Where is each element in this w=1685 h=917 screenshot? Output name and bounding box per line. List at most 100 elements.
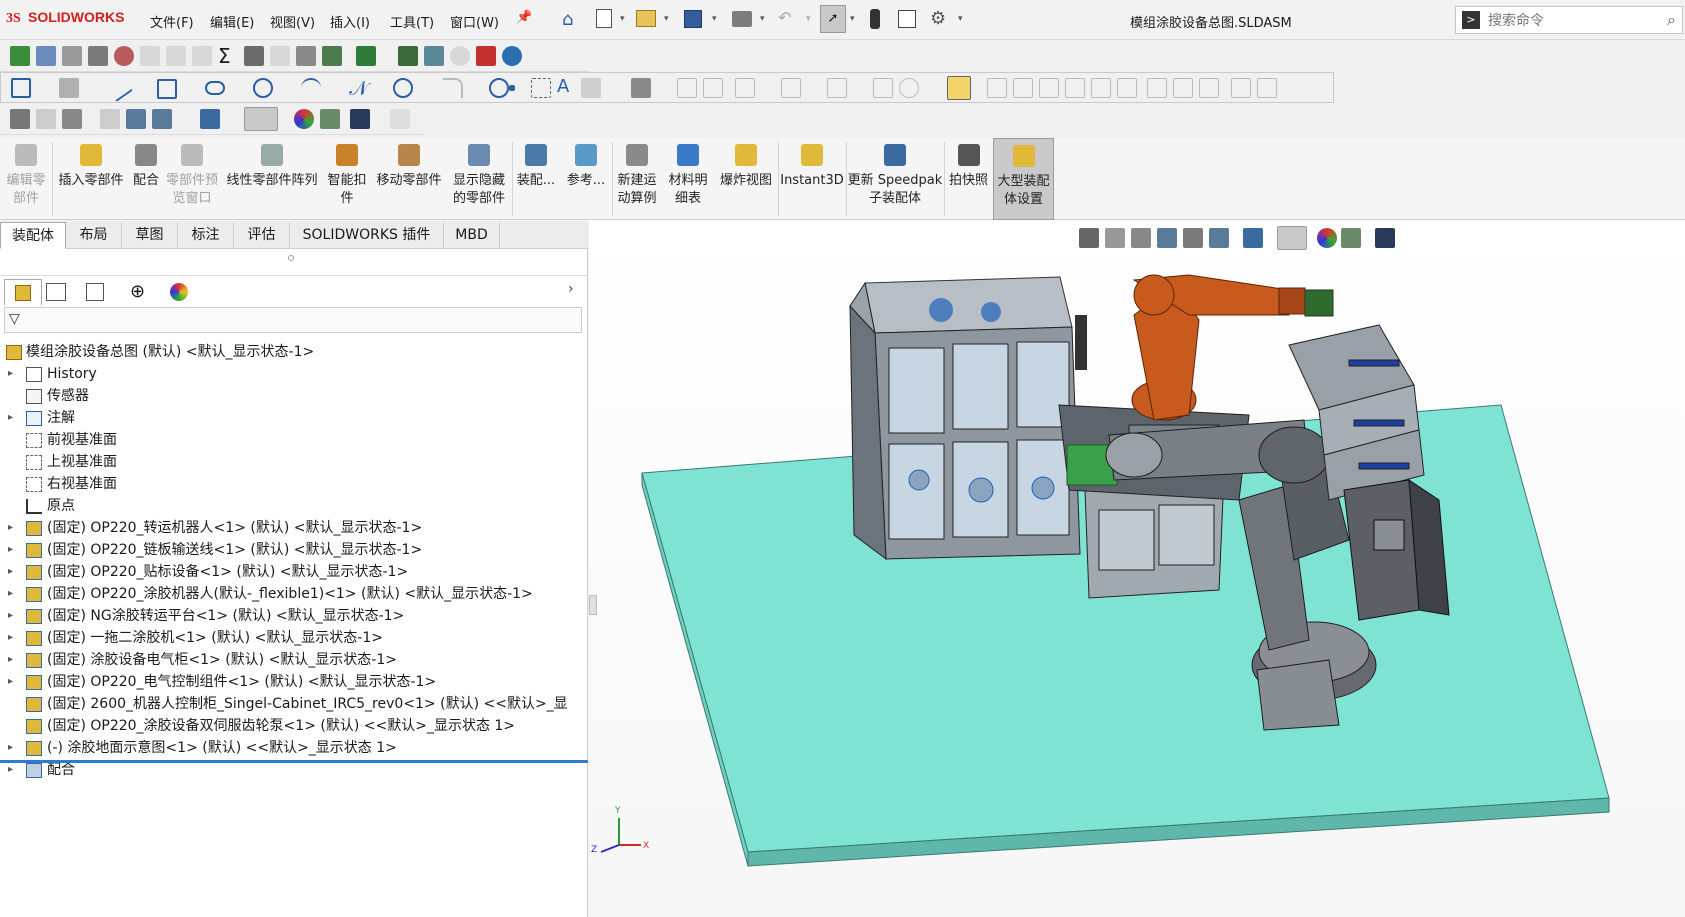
hide-show-items-icon[interactable] [244, 107, 278, 131]
configuration-manager-icon[interactable] [86, 283, 104, 301]
clearance-icon[interactable] [140, 46, 160, 66]
print-icon[interactable] [732, 11, 752, 27]
tree-item[interactable]: 上视基准面 [0, 451, 588, 473]
tree-item[interactable]: ▸ (固定) OP220_贴标设备<1> (默认) <默认_显示状态-1> [0, 561, 588, 583]
dimxpert-icon[interactable]: ⊕ [130, 281, 145, 302]
tree-item[interactable]: ▸ (固定) NG涂胶转运平台<1> (默认) <默认_显示状态-1> [0, 605, 588, 627]
realview-icon[interactable] [390, 109, 410, 129]
ribbon-button-9[interactable]: 参考... [560, 138, 612, 220]
expand-arrow-icon[interactable]: ▸ [8, 605, 13, 627]
tolerance-icon[interactable] [398, 46, 418, 66]
tree-item[interactable]: (固定) 2600_机器人控制柜_Singel-Cabinet_IRC5_rev… [0, 693, 588, 715]
ribbon-button-3[interactable]: 零部件预 览窗口 [162, 138, 222, 220]
slot-icon[interactable] [205, 81, 225, 95]
spell-check-icon[interactable] [10, 46, 30, 66]
curve-through-points-icon[interactable] [1173, 78, 1193, 98]
ribbon-button-16[interactable]: 大型装配 体设置 [993, 138, 1054, 220]
display-relations-icon[interactable] [873, 78, 893, 98]
mass-properties-icon[interactable] [62, 46, 82, 66]
gear-icon[interactable]: ⚙ [930, 8, 946, 29]
ribbon-button-6[interactable]: 移动零部件 [372, 138, 446, 220]
tree-item[interactable]: 原点 [0, 495, 588, 517]
tree-item[interactable]: ▸ (固定) OP220_电气控制组件<1> (默认) <默认_显示状态-1> [0, 671, 588, 693]
circle-icon[interactable] [253, 78, 273, 98]
search-box[interactable]: > 搜索命令 ⌕ [1455, 6, 1683, 34]
expand-arrow-icon[interactable]: ▸ [8, 539, 13, 561]
ellipse-icon[interactable] [393, 78, 413, 98]
tree-item[interactable]: ▸ (固定) OP220_链板输送线<1> (默认) <默认_显示状态-1> [0, 539, 588, 561]
tree-item[interactable]: ▸ 注解 [0, 407, 588, 429]
chevron-down-icon[interactable]: ▾ [664, 14, 669, 24]
chevron-down-icon[interactable]: ▾ [806, 14, 811, 24]
plane-icon[interactable] [581, 78, 601, 98]
save-icon[interactable] [684, 10, 702, 28]
symmetry-check-icon[interactable] [244, 46, 264, 66]
section-view-icon[interactable] [100, 109, 120, 129]
ribbon-button-14[interactable]: 更新 Speedpak 子装配体 [846, 138, 944, 220]
chevron-down-icon[interactable]: ▾ [760, 14, 765, 24]
zoom-to-area-icon[interactable] [36, 109, 56, 129]
expand-arrow-icon[interactable]: ▸ [8, 627, 13, 649]
expand-arrow-icon[interactable]: ▸ [8, 583, 13, 605]
tree-item[interactable]: ▸ (固定) 一拖二涂胶机<1> (默认) <默认_显示状态-1> [0, 627, 588, 649]
polygon-icon[interactable] [489, 78, 509, 98]
graphics-area[interactable]: Y Z X [589, 220, 1685, 917]
menu-edit[interactable]: 编辑(E) [210, 12, 254, 31]
assembly-visualization-icon[interactable] [322, 46, 342, 66]
ribbon-button-15[interactable]: 拍快照 [944, 138, 993, 220]
zoom-to-fit-icon[interactable] [10, 109, 30, 129]
ribbon-button-10[interactable]: 新建运 动算例 [612, 138, 662, 220]
excel-bom-icon[interactable] [356, 46, 376, 66]
layer-icon[interactable] [1147, 78, 1167, 98]
property-manager-icon[interactable] [46, 283, 66, 301]
quick-snaps-icon[interactable] [947, 76, 971, 100]
home-icon[interactable]: ⌂ [562, 9, 573, 30]
tree-item[interactable]: ▸ (固定) 涂胶设备电气柜<1> (默认) <默认_显示状态-1> [0, 649, 588, 671]
tab-sketch[interactable]: 草图 [122, 222, 178, 249]
display-manager-icon[interactable] [170, 283, 188, 301]
ribbon-button-7[interactable]: 显示隐藏 的零部件 [446, 138, 512, 220]
point-icon[interactable] [509, 85, 515, 91]
expand-arrow-icon[interactable]: ▸ [8, 363, 13, 385]
fillet-icon[interactable] [443, 78, 463, 98]
ribbon-button-5[interactable]: 智能扣 件 [322, 138, 372, 220]
3d-box-icon[interactable] [631, 78, 651, 98]
ribbon-button-4[interactable]: 线性零部件阵列 [222, 138, 322, 220]
menu-view[interactable]: 视图(V) [270, 12, 315, 31]
expand-arrow-icon[interactable]: ▸ [8, 737, 13, 759]
ribbon-button-8[interactable]: 装配... [512, 138, 560, 220]
hole-alignment-icon[interactable] [166, 46, 186, 66]
pin-icon[interactable]: 📌 [516, 10, 532, 25]
panel-collapse-handle[interactable] [288, 255, 294, 261]
save-block-icon[interactable] [1091, 78, 1111, 98]
block-icon[interactable] [1039, 78, 1059, 98]
view-settings-icon[interactable] [350, 109, 370, 129]
expand-arrow-icon[interactable]: ▸ [8, 649, 13, 671]
text-icon[interactable]: A [557, 76, 569, 97]
expand-arrow-icon[interactable]: ▸ [8, 561, 13, 583]
web-help-icon[interactable] [502, 46, 522, 66]
tab-markup[interactable]: 标注 [178, 222, 234, 249]
ribbon-button-1[interactable]: 插入零部件 [52, 138, 130, 220]
tree-item[interactable]: ▸ (固定) OP220_转运机器人<1> (默认) <默认_显示状态-1> [0, 517, 588, 539]
chevron-down-icon[interactable]: ▾ [850, 14, 855, 24]
tree-item[interactable]: (固定) OP220_涂胶设备双伺服齿轮泵<1> (默认) <<默认>_显示状态… [0, 715, 588, 737]
compare-icon[interactable] [296, 46, 316, 66]
design-checker-icon[interactable] [476, 46, 496, 66]
arc-icon[interactable] [301, 78, 321, 98]
new-document-icon[interactable] [596, 9, 612, 28]
filter-bar[interactable]: ▽ [4, 307, 582, 333]
menu-insert[interactable]: 插入(I) [330, 12, 370, 31]
model-3d-view[interactable] [589, 220, 1685, 917]
tree-item[interactable]: ▸ (-) 涂胶地面示意图<1> (默认) <<默认>_显示状态 1> [0, 737, 588, 759]
undo-icon[interactable]: ↶ [778, 8, 791, 27]
display-style-icon[interactable] [200, 109, 220, 129]
belt-chain-icon[interactable] [1199, 78, 1219, 98]
costing-icon[interactable] [424, 46, 444, 66]
tab-assembly[interactable]: 装配体 [0, 222, 66, 249]
interference-icon[interactable] [114, 46, 134, 66]
linear-pattern-icon[interactable] [781, 78, 801, 98]
menu-file[interactable]: 文件(F) [150, 12, 194, 31]
rollback-bar[interactable] [0, 760, 588, 763]
edit-block-icon[interactable] [1231, 78, 1251, 98]
